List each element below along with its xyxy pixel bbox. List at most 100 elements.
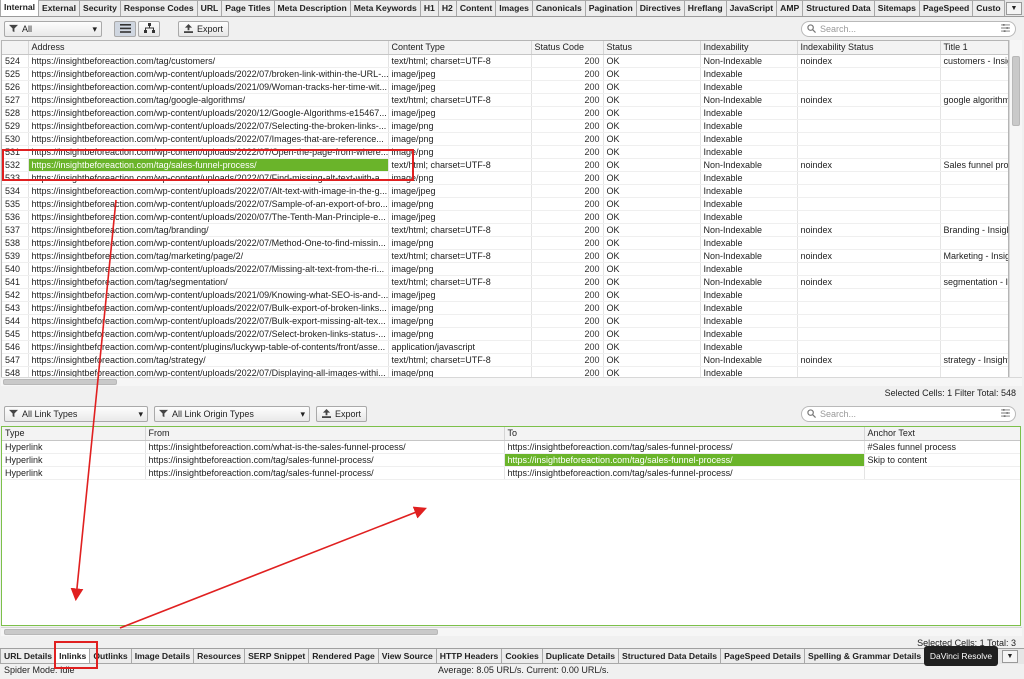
table-row[interactable]: 544 https://insightbeforeaction.com/wp-co… xyxy=(2,314,1008,328)
tab-url[interactable]: URL xyxy=(196,0,223,16)
tab-image-details[interactable]: Image Details xyxy=(130,649,195,664)
table-cell: 200 xyxy=(531,145,604,159)
table-row[interactable]: 535 https://insightbeforeaction.com/wp-co… xyxy=(2,197,1008,211)
search-options-icon[interactable] xyxy=(1001,409,1010,419)
table-row[interactable]: 533 https://insightbeforeaction.com/wp-co… xyxy=(2,171,1008,185)
search-options-icon[interactable] xyxy=(1001,24,1010,34)
column-header[interactable]: Indexability xyxy=(700,41,798,55)
tab-external[interactable]: External xyxy=(38,0,80,16)
tree-view-button[interactable] xyxy=(138,21,160,37)
table-cell: 543 xyxy=(2,301,29,315)
tab-canonicals[interactable]: Canonicals xyxy=(531,0,586,16)
tab-h2[interactable]: H2 xyxy=(437,0,457,16)
table-cell: OK xyxy=(603,236,701,250)
tab-url-details[interactable]: URL Details xyxy=(0,649,57,664)
tab-outlinks[interactable]: Outlinks xyxy=(89,649,132,664)
tab-resources[interactable]: Resources xyxy=(193,649,246,664)
table-row[interactable]: 542 https://insightbeforeaction.com/wp-co… xyxy=(2,288,1008,302)
table-row[interactable]: 527 https://insightbeforeaction.com/tag/g… xyxy=(2,93,1008,107)
tab-custo[interactable]: Custo xyxy=(972,0,1005,16)
column-header[interactable]: Anchor Text xyxy=(864,427,1020,441)
column-header[interactable]: Address xyxy=(28,41,389,55)
tab-http-headers[interactable]: HTTP Headers xyxy=(435,649,503,664)
table-row[interactable]: 528 https://insightbeforeaction.com/wp-co… xyxy=(2,106,1008,120)
table-row[interactable]: 530 https://insightbeforeaction.com/wp-co… xyxy=(2,132,1008,146)
table-row[interactable]: 538 https://insightbeforeaction.com/wp-co… xyxy=(2,236,1008,250)
table-row[interactable]: 541 https://insightbeforeaction.com/tag/s… xyxy=(2,275,1008,289)
table-row[interactable]: 532 https://insightbeforeaction.com/tag/s… xyxy=(2,158,1008,172)
tab-internal[interactable]: Internal xyxy=(0,0,40,16)
inlink-row[interactable]: Hyperlink https://insightbeforeaction.com… xyxy=(2,466,1020,480)
inlinks-search-input[interactable]: Search... xyxy=(801,406,1016,422)
tab-structured-data[interactable]: Structured Data xyxy=(802,0,875,16)
table-row[interactable]: 536 https://insightbeforeaction.com/wp-co… xyxy=(2,210,1008,224)
table-cell: Indexable xyxy=(700,314,798,328)
tab-overflow-button[interactable]: ▼ xyxy=(1006,2,1022,15)
inlinks-horizontal-scrollbar[interactable] xyxy=(1,627,1022,636)
tab-javascript[interactable]: JavaScript xyxy=(725,0,778,16)
inlink-row[interactable]: Hyperlink https://insightbeforeaction.com… xyxy=(2,440,1020,454)
main-vertical-scrollbar[interactable] xyxy=(1009,40,1022,378)
column-header[interactable]: Type xyxy=(2,427,146,441)
tab-pagination[interactable]: Pagination xyxy=(584,0,637,16)
link-origin-dropdown[interactable]: All Link Origin Types ▾ xyxy=(154,406,310,422)
table-row[interactable]: 547 https://insightbeforeaction.com/tag/s… xyxy=(2,353,1008,367)
column-header[interactable]: Content Type xyxy=(388,41,532,55)
table-row[interactable]: 546 https://insightbeforeaction.com/wp-co… xyxy=(2,340,1008,354)
tab-structured-data-details[interactable]: Structured Data Details xyxy=(618,649,722,664)
table-row[interactable]: 529 https://insightbeforeaction.com/wp-co… xyxy=(2,119,1008,133)
tab-response-codes[interactable]: Response Codes xyxy=(119,0,198,16)
tab-page-titles[interactable]: Page Titles xyxy=(221,0,275,16)
table-row[interactable]: 524 https://insightbeforeaction.com/tag/c… xyxy=(2,54,1008,68)
tab-cookies[interactable]: Cookies xyxy=(501,649,543,664)
inlink-row[interactable]: Hyperlink https://insightbeforeaction.com… xyxy=(2,453,1020,467)
tab-view-source[interactable]: View Source xyxy=(377,649,437,664)
tab-security[interactable]: Security xyxy=(78,0,121,16)
tab-inlinks[interactable]: Inlinks xyxy=(55,649,91,664)
tab-directives[interactable]: Directives xyxy=(635,0,685,16)
column-header[interactable]: Indexability Status xyxy=(797,41,941,55)
tab-meta-description[interactable]: Meta Description xyxy=(273,0,351,16)
tab-meta-keywords[interactable]: Meta Keywords xyxy=(349,0,421,16)
tab-spelling-grammar-details[interactable]: Spelling & Grammar Details xyxy=(803,649,926,664)
tab-duplicate-details[interactable]: Duplicate Details xyxy=(541,649,620,664)
export-button[interactable]: Export xyxy=(178,21,230,37)
table-row[interactable]: 534 https://insightbeforeaction.com/wp-co… xyxy=(2,184,1008,198)
table-cell xyxy=(940,67,1008,81)
column-header[interactable]: From xyxy=(145,427,505,441)
column-header[interactable]: To xyxy=(504,427,865,441)
tab-images[interactable]: Images xyxy=(495,0,533,16)
inlinks-hscroll-thumb[interactable] xyxy=(4,629,438,635)
table-row[interactable]: 526 https://insightbeforeaction.com/wp-co… xyxy=(2,80,1008,94)
main-hscroll-thumb[interactable] xyxy=(3,379,117,385)
tab-pagespeed[interactable]: PageSpeed xyxy=(918,0,974,16)
table-row[interactable]: 540 https://insightbeforeaction.com/wp-co… xyxy=(2,262,1008,276)
main-horizontal-scrollbar[interactable] xyxy=(1,377,1022,386)
column-header[interactable]: Title 1 xyxy=(940,41,1008,55)
tab-amp[interactable]: AMP xyxy=(776,0,804,16)
column-header[interactable]: Status xyxy=(603,41,701,55)
tab-hreflang[interactable]: Hreflang xyxy=(683,0,727,16)
inlinks-export-button[interactable]: Export xyxy=(316,406,368,422)
table-row[interactable]: 537 https://insightbeforeaction.com/tag/b… xyxy=(2,223,1008,237)
tab-content[interactable]: Content xyxy=(455,0,497,16)
table-cell: OK xyxy=(603,275,701,289)
main-vscroll-thumb[interactable] xyxy=(1012,56,1020,126)
table-row[interactable]: 539 https://insightbeforeaction.com/tag/m… xyxy=(2,249,1008,263)
tab-sitemaps[interactable]: Sitemaps xyxy=(873,0,920,16)
search-input[interactable]: Search... xyxy=(801,21,1016,37)
link-type-dropdown[interactable]: All Link Types ▾ xyxy=(4,406,148,422)
filter-dropdown[interactable]: All ▾ xyxy=(4,21,102,37)
column-header[interactable]: Status Code xyxy=(531,41,604,55)
table-row[interactable]: 525 https://insightbeforeaction.com/wp-co… xyxy=(2,67,1008,81)
column-header[interactable] xyxy=(2,41,29,55)
bottom-tab-overflow-button[interactable]: ▼ xyxy=(1002,650,1018,663)
table-row[interactable]: 545 https://insightbeforeaction.com/wp-co… xyxy=(2,327,1008,341)
tab-serp-snippet[interactable]: SERP Snippet xyxy=(244,649,310,664)
table-row[interactable]: 531 https://insightbeforeaction.com/wp-co… xyxy=(2,145,1008,159)
tab-pagespeed-details[interactable]: PageSpeed Details xyxy=(720,649,805,664)
tab-h1[interactable]: H1 xyxy=(419,0,439,16)
tab-rendered-page[interactable]: Rendered Page xyxy=(308,649,379,664)
list-view-button[interactable] xyxy=(114,21,136,37)
table-row[interactable]: 543 https://insightbeforeaction.com/wp-co… xyxy=(2,301,1008,315)
